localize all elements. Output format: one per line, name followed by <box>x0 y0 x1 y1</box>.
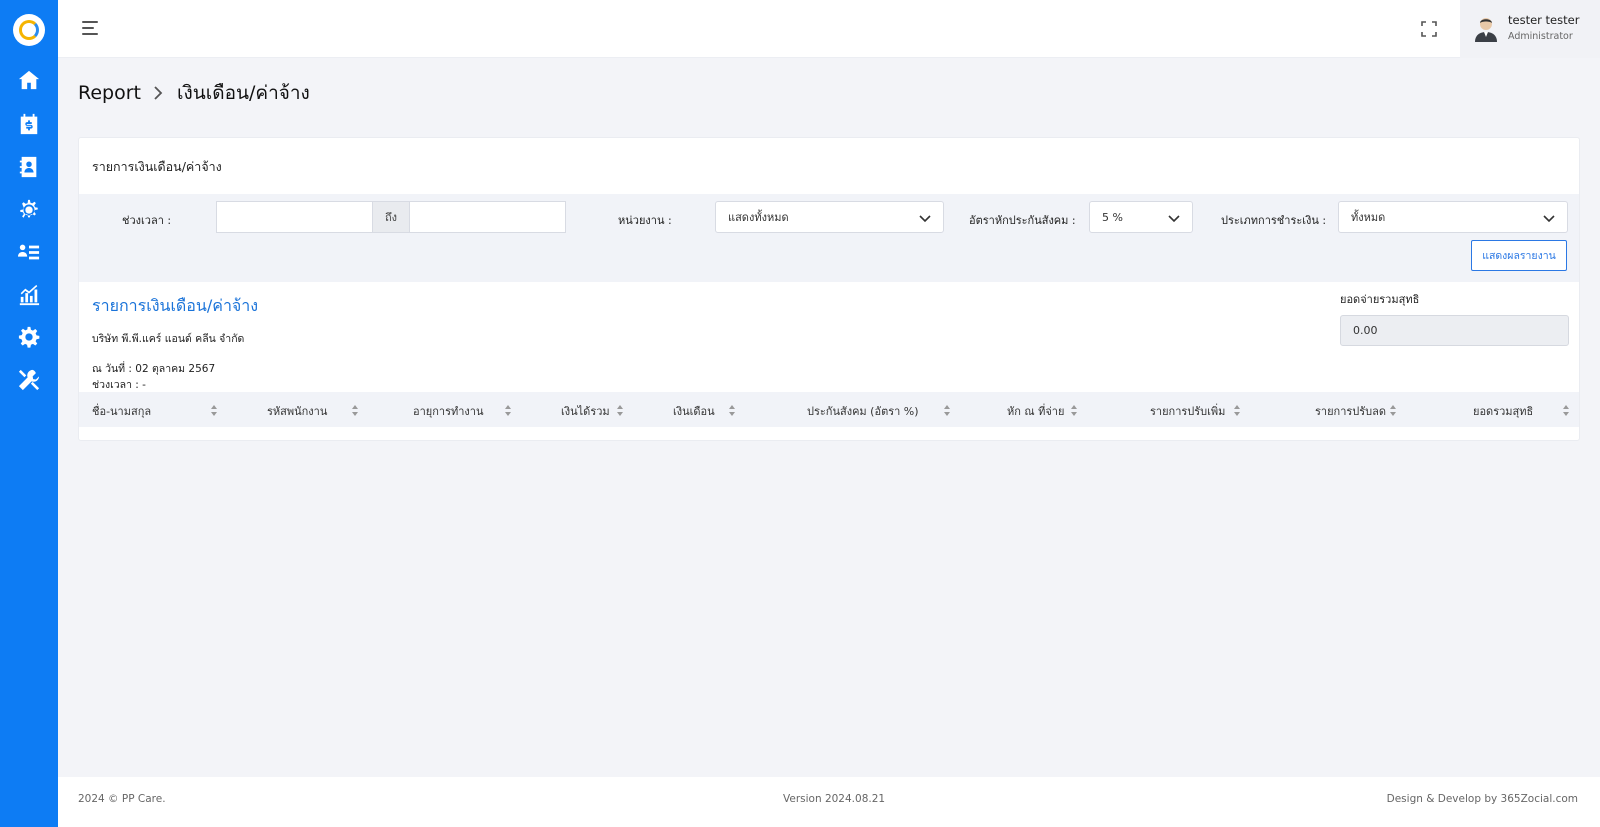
chart-icon <box>19 284 40 306</box>
ss-rate-select[interactable]: 5 % <box>1089 201 1193 233</box>
top-header: tester tester Administrator <box>58 0 1600 58</box>
footer-copyright: 2024 © PP Care. <box>78 793 166 805</box>
column-header[interactable]: เงินเดือน <box>673 402 715 420</box>
filter-panel: ช่วงเวลา : ถึง หน่วยงาน : แสดงทั้งหมด อั… <box>79 194 1579 282</box>
period-to-input[interactable] <box>409 201 566 233</box>
breadcrumb-parent[interactable]: Report <box>78 82 141 104</box>
column-header[interactable]: อายุการทำงาน <box>413 402 483 420</box>
pay-type-select[interactable]: ทั้งหมด <box>1338 201 1568 233</box>
column-header[interactable]: หัก ณ ที่จ่าย <box>1007 402 1064 420</box>
contact-book-icon <box>19 156 37 178</box>
period-from-input[interactable] <box>216 201 373 233</box>
app-logo[interactable] <box>13 14 45 46</box>
unit-label: หน่วยงาน : <box>618 214 672 227</box>
fullscreen-icon[interactable] <box>1421 21 1437 37</box>
table-header: ชื่อ-นามสกุล รหัสพนักงาน อายุการทำงาน เง… <box>79 392 1579 427</box>
sidebar <box>0 0 58 827</box>
footer: 2024 © PP Care. Version 2024.08.21 Desig… <box>58 777 1600 827</box>
card-title: รายการเงินเดือน/ค่าจ้าง <box>92 159 222 174</box>
tools-icon <box>18 369 40 391</box>
report-title: รายการเงินเดือน/ค่าจ้าง <box>92 296 259 315</box>
column-header[interactable]: ชื่อ-นามสกุล <box>92 402 151 420</box>
sort-icon[interactable] <box>504 405 512 416</box>
user-name: tester tester <box>1508 13 1580 27</box>
unit-select[interactable]: แสดงทั้งหมด <box>715 201 944 233</box>
chevron-down-icon <box>1543 215 1555 223</box>
report-card: รายการเงินเดือน/ค่าจ้าง ช่วงเวลา : ถึง ห… <box>78 137 1580 441</box>
chevron-right-icon <box>154 86 163 100</box>
pay-type-select-value: ทั้งหมด <box>1351 211 1386 224</box>
report-period: ช่วงเวลา : - <box>92 379 146 391</box>
sort-icon[interactable] <box>1389 405 1397 416</box>
sidebar-item-report[interactable] <box>17 283 41 307</box>
sidebar-item-employee-list[interactable] <box>17 240 41 264</box>
sort-icon[interactable] <box>616 405 624 416</box>
unit-select-value: แสดงทั้งหมด <box>728 211 789 224</box>
net-total-field: 0.00 <box>1340 315 1569 346</box>
sort-icon[interactable] <box>1233 405 1241 416</box>
breadcrumb: Report เงินเดือน/ค่าจ้าง <box>78 78 310 108</box>
home-icon <box>18 70 40 90</box>
sort-icon[interactable] <box>351 405 359 416</box>
column-header[interactable]: รายการปรับเพิ่ม <box>1150 402 1225 420</box>
column-header[interactable]: รายการปรับลด <box>1315 402 1386 420</box>
gear-icon <box>18 326 40 348</box>
sidebar-item-settings[interactable] <box>17 325 41 349</box>
sidebar-item-tools[interactable] <box>17 368 41 392</box>
ss-rate-label: อัตราหักประกันสังคม : <box>969 214 1076 227</box>
chevron-down-icon <box>1168 215 1180 223</box>
users-gear-icon <box>20 199 38 218</box>
column-header[interactable]: ยอดรวมสุทธิ <box>1473 402 1533 420</box>
chevron-down-icon <box>919 215 931 223</box>
logo-mark <box>19 20 39 40</box>
footer-credit: Design & Develop by 365Zocial.com <box>1386 793 1578 805</box>
column-header[interactable]: ประกันสังคม (อัตรา %) <box>807 402 919 420</box>
pay-type-label: ประเภทการชำระเงิน : <box>1221 214 1327 227</box>
sort-icon[interactable] <box>1562 405 1570 416</box>
company-name: บริษัท พี.พี.แคร์ แอนด์ คลีน จำกัด <box>92 333 245 345</box>
footer-version: Version 2024.08.21 <box>783 793 886 805</box>
column-header[interactable]: เงินได้รวม <box>561 402 610 420</box>
column-header[interactable]: รหัสพนักงาน <box>267 402 327 420</box>
sidebar-item-home[interactable] <box>17 68 41 92</box>
period-to-addon: ถึง <box>372 201 410 233</box>
sort-icon[interactable] <box>1070 405 1078 416</box>
calendar-dollar-icon <box>20 113 38 135</box>
sidebar-item-payroll-calendar[interactable] <box>17 112 41 136</box>
show-report-button[interactable]: แสดงผลรายงาน <box>1471 240 1567 271</box>
user-list-icon <box>18 244 40 260</box>
sort-icon[interactable] <box>943 405 951 416</box>
menu-toggle-icon[interactable] <box>82 21 100 37</box>
sort-icon[interactable] <box>210 405 218 416</box>
sidebar-item-employees-settings[interactable] <box>17 198 41 222</box>
report-date: ณ วันที่ : 02 ตุลาคม 2567 <box>92 363 216 375</box>
net-total-label: ยอดจ่ายรวมสุทธิ <box>1340 293 1420 306</box>
sort-icon[interactable] <box>728 405 736 416</box>
period-label: ช่วงเวลา : <box>122 214 172 227</box>
ss-rate-select-value: 5 % <box>1102 210 1123 224</box>
user-menu[interactable]: tester tester Administrator <box>1460 0 1600 58</box>
page-title: เงินเดือน/ค่าจ้าง <box>176 82 310 104</box>
sidebar-item-contacts[interactable] <box>17 155 41 179</box>
user-role: Administrator <box>1508 31 1573 42</box>
avatar <box>1475 18 1497 42</box>
